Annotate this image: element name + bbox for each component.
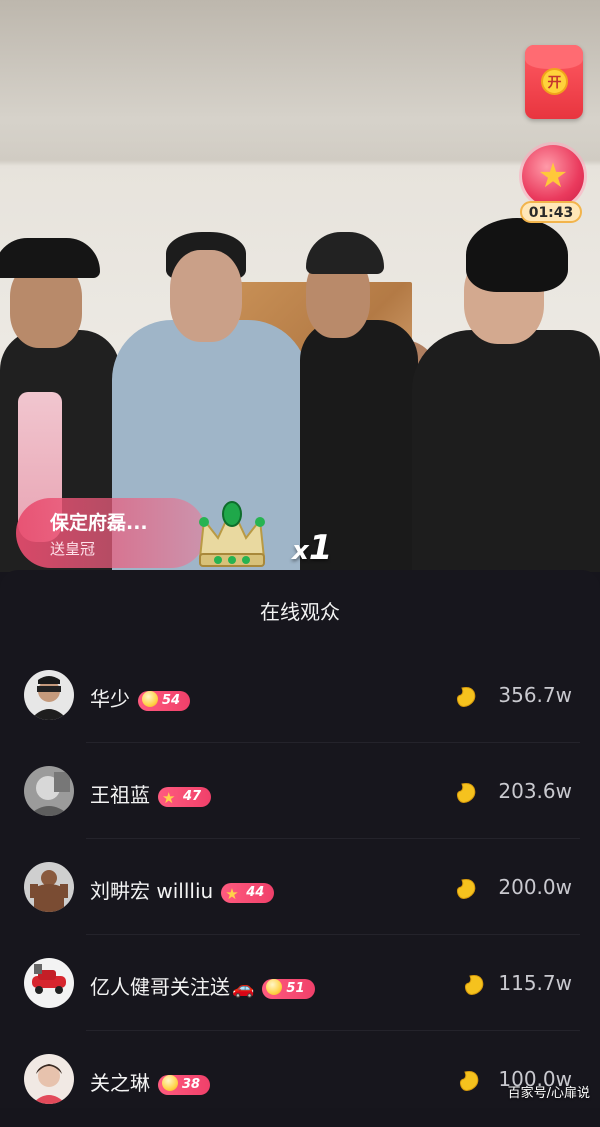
level-number: 38 [182,1076,201,1092]
bean-icon [459,1071,479,1091]
bean-icon [456,687,476,707]
level-badge: 54 [138,690,191,711]
contribution-amount: 115.7w [498,971,572,995]
level-number: 44 [246,884,265,900]
red-packet-flap [525,45,583,69]
audience-name-row: 亿人健哥关注送 🚗 51 [90,971,315,1000]
ball-icon [142,690,158,707]
contribution-amount: 200.0w [498,875,572,899]
streamer-cap-1 [0,238,100,278]
streamer-face-2 [170,250,242,342]
audience-panel: 在线观众 华少 54 356.7w 王祖蓝 ★ 47 203.6w 刘畊宏 willl… [0,570,600,1108]
gift-action-text: 送皇冠 [50,540,96,558]
avatar[interactable] [24,670,74,720]
level-number: 54 [162,692,181,708]
live-video[interactable]: 开 ★ 01:43 保定府磊... 送皇冠 x1 [0,0,600,572]
watermark: 百家号/心扉说 [507,1086,590,1101]
avatar[interactable] [24,862,74,912]
ball-icon [162,1074,178,1091]
bean-icon [464,975,484,995]
red-packet-button[interactable]: 开 [525,45,583,119]
avatar[interactable] [24,766,74,816]
ball-icon [266,978,283,995]
star-icon: ★ [522,145,584,207]
audience-name[interactable]: 关之琳 [90,1071,150,1095]
treasure-timer-button[interactable]: ★ 01:43 [518,145,590,225]
audience-name[interactable]: 亿人健哥关注送 [90,975,230,999]
combo-count: 1 [308,528,333,568]
contribution-amount: 356.7w [498,683,572,707]
streamer-cap-3 [306,232,384,274]
streamer-figure-4 [412,330,600,572]
avatar[interactable] [24,958,74,1008]
level-badge: ★ 44 [221,882,275,903]
audience-row[interactable]: 刘畊宏 willliu ★ 44 200.0w [0,839,600,935]
countdown-timer: 01:43 [520,201,582,223]
gift-combo-counter: x1 [292,528,332,568]
level-number: 51 [286,980,305,996]
avatar[interactable] [24,1054,74,1104]
car-emoji: 🚗 [232,978,255,999]
gift-notification: 保定府磊... 送皇冠 [16,498,206,568]
star-icon: ★ [162,788,176,807]
audience-name-row: 华少 54 [90,683,191,712]
streamer-hair-4 [466,218,568,292]
audience-name-row: 王祖蓝 ★ 47 [90,779,212,808]
audience-row[interactable]: 关之琳 38 100.0w [0,1031,600,1127]
bean-icon [456,879,476,899]
gift-sender-name: 保定府磊... [50,512,148,534]
audience-name-row: 刘畊宏 willliu ★ 44 [90,875,275,904]
level-badge: 38 [158,1074,211,1095]
bean-icon [456,783,476,803]
audience-name-row: 关之琳 38 [90,1067,211,1096]
audience-name[interactable]: 刘畊宏 willliu [90,879,213,903]
star-icon: ★ [225,884,239,903]
combo-x: x [292,536,309,566]
level-badge: ★ 47 [158,786,212,807]
level-number: 47 [183,788,202,804]
red-packet-open-icon: 开 [541,68,568,95]
ceiling [0,0,600,170]
audience-row[interactable]: 亿人健哥关注送 🚗 51 115.7w [0,935,600,1031]
panel-title: 在线观众 [260,600,340,624]
level-badge: 51 [262,978,315,999]
audience-name[interactable]: 华少 [90,687,130,711]
audience-name[interactable]: 王祖蓝 [90,783,150,807]
audience-row[interactable]: 华少 54 356.7w [0,647,600,743]
audience-row[interactable]: 王祖蓝 ★ 47 203.6w [0,743,600,839]
contribution-amount: 203.6w [498,779,572,803]
crown-gift-icon [198,501,266,567]
